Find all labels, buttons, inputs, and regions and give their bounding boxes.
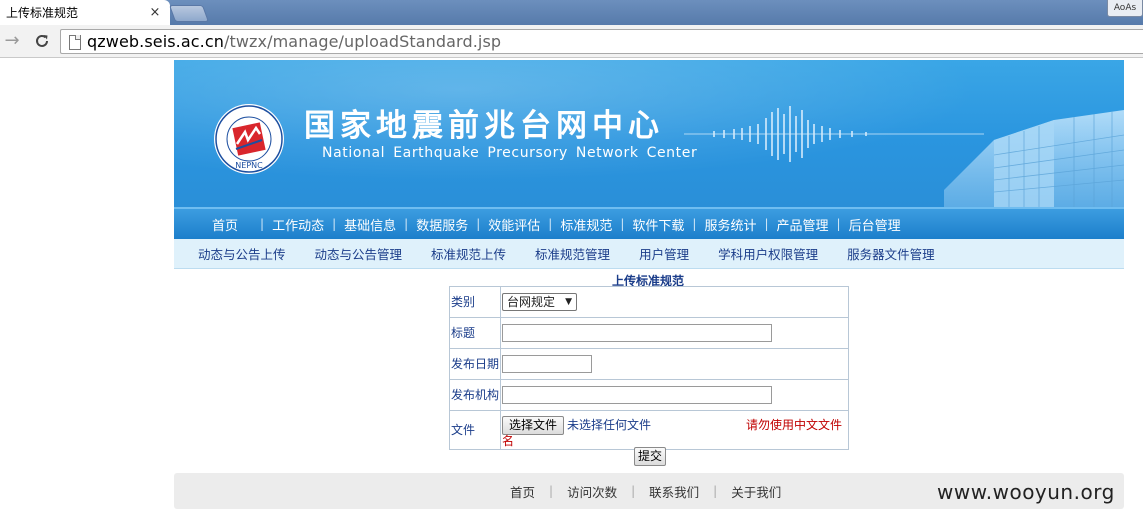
footer-visit-count[interactable]: 访问次数 [567, 482, 617, 501]
form-row-org: 发布机构 [449, 379, 849, 411]
site-banner: NEPNC 国家地震前兆台网中心 National Earthquake Pre… [174, 60, 1124, 207]
close-tab-icon[interactable]: × [146, 5, 164, 20]
category-selected-value: 台网规定 [507, 295, 556, 309]
address-bar[interactable]: qzweb.seis.ac.cn/twzx/manage/uploadStand… [60, 29, 1143, 54]
form-row-file: 文件 选择文件 未选择任何文件 请勿使用中文文件 名 [449, 410, 849, 450]
nav-separator: | [764, 217, 769, 231]
category-field-cell: 台网规定 ▼ [500, 286, 849, 318]
file-row: 选择文件 未选择任何文件 请勿使用中文文件 名 [502, 413, 847, 448]
footer-separator: | [549, 484, 554, 498]
subnav-standard-upload[interactable]: 标准规范上传 [431, 244, 506, 263]
footer-separator: | [713, 484, 718, 498]
publish-date-input[interactable] [502, 355, 592, 373]
nav-admin[interactable]: 后台管理 [849, 215, 901, 234]
date-field-cell [500, 348, 849, 380]
org-field-cell [500, 379, 849, 411]
nav-separator: | [476, 217, 481, 231]
corner-badge: AoAs [1107, 0, 1143, 17]
submit-button[interactable]: 提交 [634, 447, 667, 466]
file-field-cell: 选择文件 未选择任何文件 请勿使用中文文件 名 [500, 410, 849, 450]
form-row-date: 发布日期 [449, 348, 849, 380]
nav-separator: | [332, 217, 337, 231]
footer-separator: | [631, 484, 636, 498]
reload-icon[interactable] [30, 30, 54, 52]
nav-work-news[interactable]: 工作动态 [272, 215, 324, 234]
subnav-news-upload[interactable]: 动态与公告上传 [198, 244, 286, 263]
page-content: NEPNC 国家地震前兆台网中心 National Earthquake Pre… [174, 60, 1124, 509]
watermark-text: www.wooyun.org [937, 480, 1115, 504]
file-controls: 选择文件 未选择任何文件 [502, 416, 651, 435]
nav-separator: | [404, 217, 409, 231]
form-row-category: 类别 台网规定 ▼ [449, 286, 849, 318]
subnav-standard-management[interactable]: 标准规范管理 [535, 244, 610, 263]
nav-data-service[interactable]: 数据服务 [416, 215, 468, 234]
url-text[interactable]: qzweb.seis.ac.cn/twzx/manage/uploadStand… [87, 32, 501, 51]
nav-separator: | [692, 217, 697, 231]
dropdown-arrow-icon: ▼ [565, 297, 572, 307]
category-select[interactable]: 台网规定 ▼ [502, 293, 577, 311]
nav-performance[interactable]: 效能评估 [488, 215, 540, 234]
browser-chrome: 上传标准规范 × AoAs → qzweb.seis.ac.cn/twzx/ma… [0, 0, 1143, 58]
logo-text: NEPNC [235, 161, 263, 170]
nepnc-logo: NEPNC [214, 104, 284, 174]
nav-separator: | [260, 217, 265, 231]
site-title-english: National Earthquake Precursory Network C… [322, 145, 698, 161]
nav-software-download[interactable]: 软件下载 [632, 215, 684, 234]
site-title-chinese: 国家地震前兆台网中心 [304, 108, 664, 144]
url-host: qzweb.seis.ac.cn [87, 32, 224, 51]
nav-separator: | [620, 217, 625, 231]
category-label: 类别 [449, 286, 501, 318]
title-field-cell [500, 317, 849, 349]
chinese-filename-warning: 请勿使用中文文件 [746, 418, 843, 432]
nav-basic-info[interactable]: 基础信息 [344, 215, 396, 234]
browser-toolbar: → qzweb.seis.ac.cn/twzx/manage/uploadSta… [0, 25, 1143, 58]
chinese-filename-warning-continued: 名 [502, 434, 515, 448]
new-tab-button[interactable] [168, 5, 210, 22]
subnav-subject-permission[interactable]: 学科用户权限管理 [718, 244, 818, 263]
nav-service-stats[interactable]: 服务统计 [704, 215, 756, 234]
url-path: /twzx/manage/uploadStandard.jsp [224, 32, 502, 51]
main-navigation: 首页 | 工作动态 | 基础信息 | 数据服务 | 效能评估 | 标准规范 | … [174, 207, 1124, 239]
tab-title: 上传标准规范 [6, 6, 79, 20]
subnav-news-management[interactable]: 动态与公告管理 [315, 244, 403, 263]
nav-home[interactable]: 首页 [212, 215, 238, 234]
upload-form: 类别 台网规定 ▼ 标题 发布日期 发布机构 文件 选择文件 未选择任何文件 请… [449, 286, 849, 450]
nav-product-management[interactable]: 产品管理 [777, 215, 829, 234]
title-input[interactable] [502, 324, 772, 342]
file-status-text: 未选择任何文件 [567, 418, 652, 432]
publish-date-label: 发布日期 [449, 348, 501, 380]
title-label: 标题 [449, 317, 501, 349]
file-label: 文件 [449, 410, 501, 450]
building-graphic [944, 110, 1124, 207]
nav-separator: | [836, 217, 841, 231]
browser-tab[interactable]: 上传标准规范 × [0, 0, 170, 25]
admin-sub-navigation: 动态与公告上传 动态与公告管理 标准规范上传 标准规范管理 用户管理 学科用户权… [174, 239, 1124, 269]
publisher-label: 发布机构 [449, 379, 501, 411]
subnav-user-management[interactable]: 用户管理 [639, 244, 689, 263]
subnav-server-files[interactable]: 服务器文件管理 [847, 244, 935, 263]
publisher-input[interactable] [502, 386, 772, 404]
footer-home[interactable]: 首页 [510, 482, 535, 501]
page-icon [61, 30, 87, 53]
nav-separator: | [548, 217, 553, 231]
back-arrow-icon[interactable]: → [0, 30, 24, 52]
nav-standards[interactable]: 标准规范 [560, 215, 612, 234]
footer-contact[interactable]: 联系我们 [649, 482, 699, 501]
footer-about[interactable]: 关于我们 [731, 482, 781, 501]
form-row-title: 标题 [449, 317, 849, 349]
